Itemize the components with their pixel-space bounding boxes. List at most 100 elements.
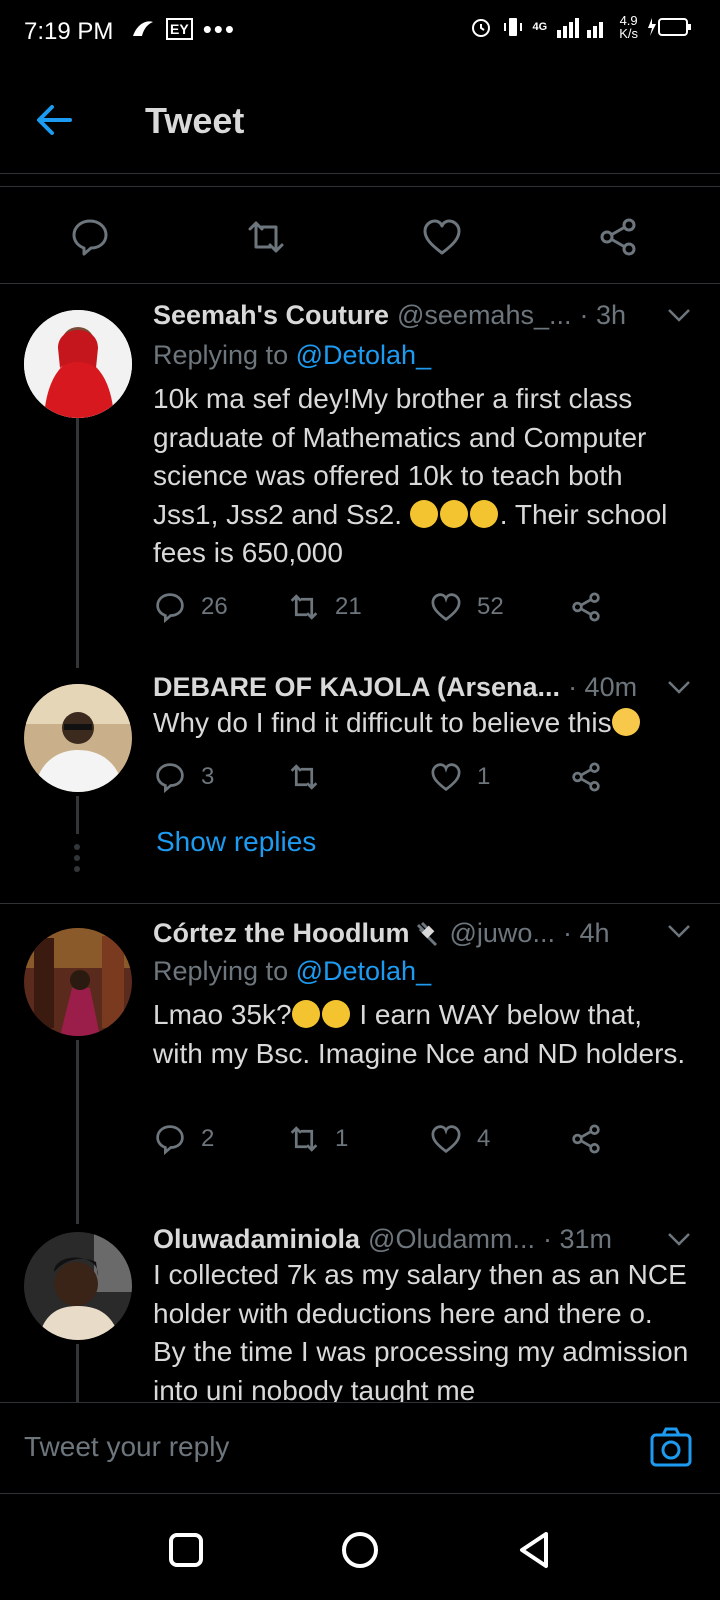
- status-left-icons: EY •••: [130, 16, 236, 42]
- replying-to: Replying to @Detolah_: [153, 956, 432, 986]
- triangle-back-icon: [520, 1532, 548, 1568]
- reply-button[interactable]: 26: [153, 590, 228, 624]
- back-nav-button[interactable]: [514, 1530, 554, 1570]
- retweet-icon: [290, 1126, 318, 1152]
- retweet-icon: [248, 221, 284, 253]
- recents-button[interactable]: [166, 1530, 206, 1570]
- like-button[interactable]: [420, 215, 464, 259]
- retweet-count: 1: [335, 1125, 349, 1152]
- mention-link[interactable]: @Detolah_: [296, 340, 432, 370]
- battery-icon: [648, 18, 691, 36]
- like-button[interactable]: 4: [429, 1122, 490, 1156]
- avatar-image: [24, 684, 132, 792]
- mention-link[interactable]: @Detolah_: [296, 956, 432, 986]
- retweet-button[interactable]: [244, 215, 288, 259]
- header: Tweet: [0, 64, 720, 174]
- tweet-text: Why do I find it difficult to believe th…: [153, 704, 713, 743]
- arrow-left-icon: [37, 105, 72, 135]
- show-replies-link[interactable]: Show replies: [156, 826, 316, 858]
- reply-tweet-1[interactable]: Seemah's Couture @seemahs_... · 3h Reply…: [0, 284, 720, 668]
- user-handle[interactable]: @Oludamm...: [368, 1224, 535, 1255]
- circle-home-icon: [342, 1532, 378, 1568]
- reply-tweet-4[interactable]: Oluwadaminiola @Oludamm... · 31m I colle…: [0, 1224, 720, 1402]
- reply-button[interactable]: 3: [153, 760, 214, 794]
- reply-icon: [156, 763, 184, 794]
- avatar[interactable]: [24, 1232, 132, 1340]
- share-button[interactable]: [569, 1122, 603, 1156]
- like-icon: [431, 593, 461, 622]
- more-notifications-icon: •••: [202, 14, 236, 44]
- signal-icon: [557, 18, 604, 38]
- avatar[interactable]: [24, 684, 132, 792]
- avatar-image: [24, 310, 132, 418]
- tweet-text: Lmao 35k? I earn WAY below that, with my…: [153, 999, 686, 1069]
- chevron-down-icon[interactable]: [666, 1226, 692, 1252]
- share-button[interactable]: [569, 590, 603, 624]
- avatar[interactable]: [24, 928, 132, 1036]
- chevron-down-icon[interactable]: [666, 302, 692, 328]
- plug-emoji-icon: [416, 921, 437, 946]
- display-name[interactable]: Córtez the Hoodlum: [153, 918, 410, 949]
- share-icon: [572, 762, 600, 792]
- network-speed: 4.9 K/s: [619, 13, 638, 41]
- chevron-down-icon[interactable]: [666, 918, 692, 944]
- camera-icon: [650, 1427, 692, 1467]
- display-name[interactable]: DEBARE OF KAJOLA (Arsena...: [153, 672, 560, 703]
- share-button[interactable]: [596, 215, 640, 259]
- reply-count: 2: [201, 1125, 215, 1152]
- tweet-time: · 31m: [543, 1224, 613, 1254]
- tweet-text: I collected 7k as my salary then as an N…: [153, 1259, 689, 1402]
- reply-input[interactable]: Tweet your reply: [24, 1431, 229, 1463]
- system-navbar: [0, 1494, 720, 1600]
- like-icon: [423, 219, 461, 255]
- retweet-icon: [290, 594, 318, 620]
- share-button[interactable]: [569, 760, 603, 794]
- reply-icon: [72, 219, 108, 256]
- share-icon: [572, 1124, 600, 1154]
- retweet-button[interactable]: 21: [287, 590, 362, 624]
- tweet-actions: 2 1 4: [153, 1122, 623, 1162]
- rofl-emoji-icon: [469, 499, 498, 528]
- reply-icon: [156, 593, 184, 624]
- thread-line: [76, 1344, 79, 1402]
- tweet-time: · 40m: [568, 672, 638, 702]
- tweet-text: 10k ma sef dey!My brother a first class …: [153, 383, 668, 568]
- replying-to: Replying to @Detolah_: [153, 340, 432, 370]
- reply-tweet-3[interactable]: Córtez the Hoodlum @juwo... · 4h Replyin…: [0, 904, 720, 1224]
- name-row: Córtez the Hoodlum @juwo... · 4h: [153, 918, 692, 949]
- reply-composer: Tweet your reply: [0, 1402, 720, 1494]
- like-icon: [431, 1125, 461, 1154]
- avatar-image: [24, 928, 132, 1036]
- tweet-time: · 4h: [562, 918, 610, 948]
- reply-count: 26: [201, 593, 228, 620]
- reply-button[interactable]: [68, 215, 112, 259]
- rofl-emoji-icon: [291, 1000, 320, 1028]
- like-button[interactable]: 52: [429, 590, 504, 624]
- retweet-button[interactable]: [287, 760, 321, 794]
- reply-button[interactable]: 2: [153, 1122, 214, 1156]
- reply-icon: [156, 1125, 184, 1156]
- camera-button[interactable]: [648, 1425, 694, 1471]
- main-tweet-actions: [0, 186, 720, 284]
- avatar-image: [24, 1232, 132, 1340]
- user-handle[interactable]: @seemahs_...: [397, 300, 572, 331]
- retweet-button[interactable]: 1: [287, 1122, 348, 1156]
- display-name[interactable]: Seemah's Couture: [153, 300, 389, 331]
- status-right-icons: 4G 4.9 K/s: [469, 14, 692, 40]
- home-button[interactable]: [340, 1530, 380, 1570]
- like-count: 52: [477, 593, 504, 620]
- name-row: DEBARE OF KAJOLA (Arsena... · 40m: [153, 672, 692, 703]
- back-button[interactable]: [32, 98, 76, 142]
- reply-tweet-2[interactable]: DEBARE OF KAJOLA (Arsena... · 40m Why do…: [0, 668, 720, 904]
- like-count: 4: [477, 1125, 491, 1152]
- user-handle[interactable]: @juwo...: [450, 918, 555, 949]
- thread-line: [76, 418, 79, 668]
- display-name[interactable]: Oluwadaminiola: [153, 1224, 360, 1255]
- square-recents-icon: [169, 1533, 203, 1567]
- chevron-down-icon[interactable]: [666, 674, 692, 700]
- like-button[interactable]: 1: [429, 760, 490, 794]
- retweet-icon: [290, 764, 318, 790]
- like-count: 1: [477, 763, 491, 790]
- avatar[interactable]: [24, 310, 132, 418]
- like-icon: [431, 763, 461, 792]
